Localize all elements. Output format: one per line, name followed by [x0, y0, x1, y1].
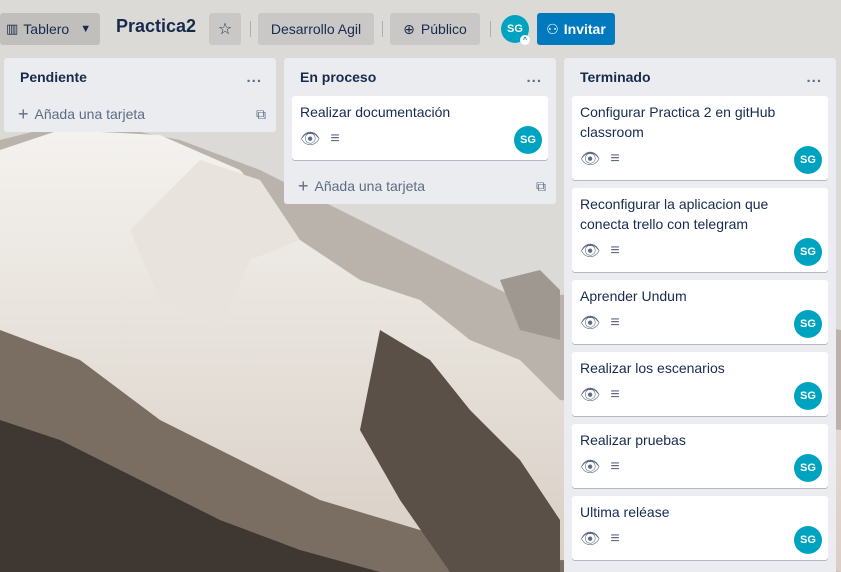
watch-icon: 👁: [300, 131, 321, 148]
card[interactable]: Ultima reléase 👁 ≡ SG: [572, 496, 828, 560]
description-icon: ≡: [330, 130, 340, 147]
star-button[interactable]: ☆: [209, 13, 241, 45]
card[interactable]: Configurar Practica 2 en gitHub classroo…: [572, 96, 828, 180]
watch-icon: 👁: [580, 531, 601, 548]
card[interactable]: Reconfigurar la aplicacion que conecta t…: [572, 188, 828, 272]
add-person-icon: ⚇: [546, 20, 559, 37]
card-title: Reconfigurar la aplicacion que conecta t…: [580, 196, 769, 232]
description-icon: ≡: [610, 386, 620, 403]
list-header[interactable]: En proceso ...: [284, 58, 556, 96]
add-card-button[interactable]: + Añada una tarjeta ⧉: [4, 96, 276, 132]
header-divider: [250, 21, 251, 37]
list-pendiente: Pendiente ... + Añada una tarjeta ⧉: [4, 58, 276, 132]
watch-icon: 👁: [580, 315, 601, 332]
description-icon: ≡: [610, 242, 620, 259]
template-icon[interactable]: ⧉: [256, 106, 266, 123]
add-card-label: Añada una tarjeta: [34, 106, 146, 122]
card-member-avatar[interactable]: SG: [794, 146, 822, 174]
member-avatar[interactable]: SG ^: [501, 15, 530, 45]
list-title: Pendiente: [20, 69, 87, 85]
card-title: Realizar pruebas: [580, 432, 686, 448]
star-icon: ☆: [217, 21, 233, 38]
admin-chevron-icon: ^: [520, 35, 530, 45]
card-member-avatar[interactable]: SG: [794, 310, 822, 338]
card[interactable]: Realizar documentación 👁 ≡ SG: [292, 96, 548, 160]
header-divider: [490, 21, 491, 37]
card[interactable]: Aprender Undum 👁 ≡ SG: [572, 280, 828, 344]
member-initials: SG: [507, 23, 523, 35]
card-member-avatar[interactable]: SG: [794, 238, 822, 266]
add-card-button[interactable]: + Añada una tarjeta ⧉: [284, 168, 556, 204]
invite-button[interactable]: ⚇ Invitar: [537, 13, 615, 45]
list-en-proceso: En proceso ... Realizar documentación 👁 …: [284, 58, 556, 204]
globe-icon: ⊕: [403, 20, 415, 37]
card-title: Realizar los escenarios: [580, 360, 725, 376]
header-divider: [382, 21, 383, 37]
card-title: Aprender Undum: [580, 288, 687, 304]
card-member-avatar[interactable]: SG: [794, 382, 822, 410]
list-header[interactable]: Terminado ...: [564, 58, 836, 96]
list-title: Terminado: [580, 69, 651, 85]
board-icon: ▥: [6, 21, 19, 36]
watch-icon: 👁: [580, 151, 601, 168]
template-icon[interactable]: ⧉: [536, 178, 546, 195]
plus-icon: +: [18, 104, 29, 124]
board-header: ▥ Tablero ▼ Practica2 ☆ Desarrollo Agil …: [0, 10, 841, 48]
list-header[interactable]: Pendiente ...: [4, 58, 276, 96]
card-member-avatar[interactable]: SG: [794, 526, 822, 554]
plus-icon: +: [298, 176, 309, 196]
description-icon: ≡: [610, 314, 620, 331]
visibility-button[interactable]: ⊕ Público: [390, 13, 480, 45]
board-title[interactable]: Practica2: [116, 16, 196, 37]
card[interactable]: Realizar pruebas 👁 ≡ SG: [572, 424, 828, 488]
description-icon: ≡: [610, 150, 620, 167]
card-title: Configurar Practica 2 en gitHub classroo…: [580, 104, 776, 140]
list-menu-icon[interactable]: ...: [806, 69, 822, 86]
card-title: Ultima reléase: [580, 504, 670, 520]
description-icon: ≡: [610, 458, 620, 475]
team-button[interactable]: Desarrollo Agil: [258, 13, 374, 45]
card-member-avatar[interactable]: SG: [514, 126, 542, 154]
watch-icon: 👁: [580, 243, 601, 260]
card-title: Realizar documentación: [300, 104, 451, 120]
chevron-down-icon: ▼: [80, 23, 92, 35]
board-view-label: Tablero: [23, 21, 70, 37]
card-member-avatar[interactable]: SG: [794, 454, 822, 482]
invite-label: Invitar: [563, 21, 606, 37]
add-card-label: Añada una tarjeta: [314, 178, 426, 194]
list-menu-icon[interactable]: ...: [246, 69, 262, 86]
description-icon: ≡: [610, 530, 620, 547]
list-terminado: Terminado ... Configurar Practica 2 en g…: [564, 58, 836, 572]
board-view-switcher[interactable]: ▥ Tablero ▼: [0, 13, 100, 45]
list-title: En proceso: [300, 69, 377, 85]
watch-icon: 👁: [580, 459, 601, 476]
watch-icon: 👁: [580, 387, 601, 404]
visibility-label: Público: [420, 21, 467, 37]
card[interactable]: Realizar los escenarios 👁 ≡ SG: [572, 352, 828, 416]
list-menu-icon[interactable]: ...: [526, 69, 542, 86]
